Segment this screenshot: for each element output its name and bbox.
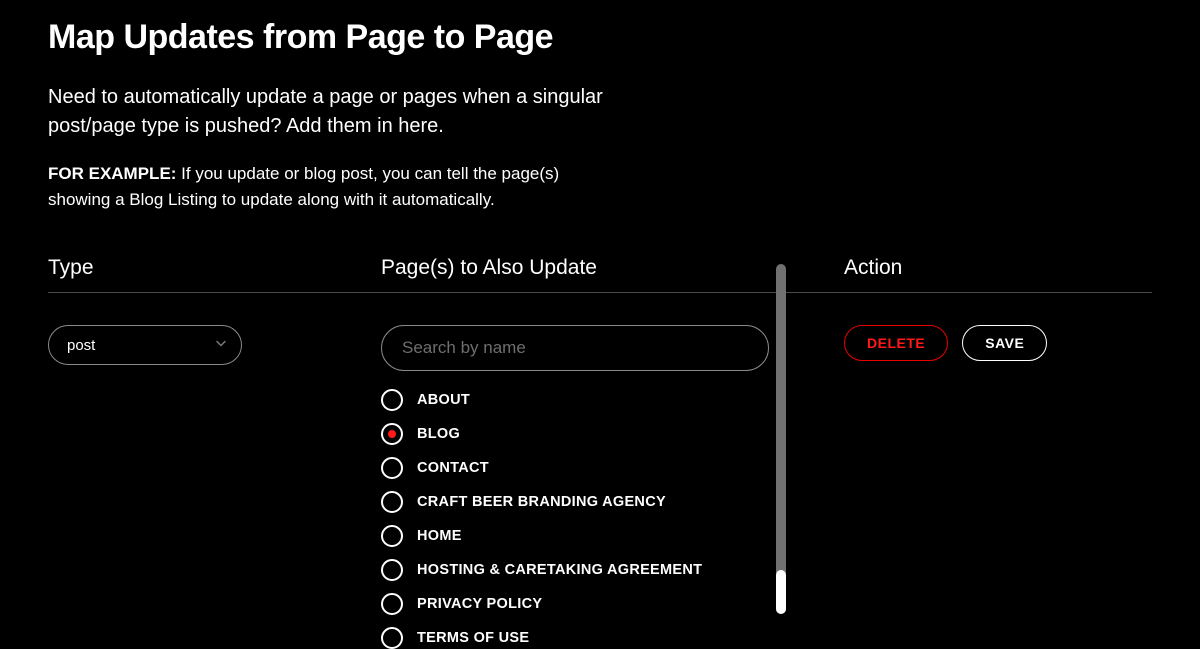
action-column: DELETE SAVE <box>824 325 1152 649</box>
header-divider <box>48 292 1152 293</box>
list-item[interactable]: HOSTING & CARETAKING AGREEMENT <box>381 559 804 581</box>
list-item[interactable]: PRIVACY POLICY <box>381 593 804 615</box>
scrollbar[interactable] <box>776 264 786 614</box>
radio-icon[interactable] <box>381 423 403 445</box>
page-item-label: PRIVACY POLICY <box>417 596 542 612</box>
example-prefix: FOR EXAMPLE: <box>48 164 176 183</box>
list-item[interactable]: TERMS OF USE <box>381 627 804 649</box>
page-item-label: ABOUT <box>417 392 470 408</box>
page-subtitle: Need to automatically update a page or p… <box>48 83 608 141</box>
radio-icon[interactable] <box>381 559 403 581</box>
chevron-down-icon <box>215 337 227 354</box>
column-header-type: Type <box>48 256 381 292</box>
page-title: Map Updates from Page to Page <box>48 18 1152 57</box>
type-column: post <box>48 325 381 649</box>
page-item-label: CONTACT <box>417 460 489 476</box>
page-item-label: TERMS OF USE <box>417 630 529 646</box>
list-item[interactable]: ABOUT <box>381 389 804 411</box>
pages-column: ABOUT BLOG CONTACT CRAFT BEER BRANDING AGEN… <box>381 325 824 649</box>
radio-icon[interactable] <box>381 525 403 547</box>
page-item-label: HOME <box>417 528 462 544</box>
column-header-pages: Page(s) to Also Update <box>381 256 824 292</box>
search-input[interactable] <box>381 325 769 371</box>
radio-icon[interactable] <box>381 491 403 513</box>
scrollbar-thumb[interactable] <box>776 570 786 614</box>
column-header-action: Action <box>824 256 1152 292</box>
example-text: FOR EXAMPLE: If you update or blog post,… <box>48 161 608 212</box>
list-item[interactable]: CRAFT BEER BRANDING AGENCY <box>381 491 804 513</box>
radio-icon[interactable] <box>381 389 403 411</box>
type-select[interactable]: post <box>48 325 242 365</box>
list-item[interactable]: BLOG <box>381 423 804 445</box>
list-item[interactable]: HOME <box>381 525 804 547</box>
save-button[interactable]: SAVE <box>962 325 1047 361</box>
radio-icon[interactable] <box>381 593 403 615</box>
page-list: ABOUT BLOG CONTACT CRAFT BEER BRANDING AGEN… <box>381 389 804 649</box>
type-select-value: post <box>67 337 95 354</box>
page-item-label: HOSTING & CARETAKING AGREEMENT <box>417 562 702 578</box>
radio-icon[interactable] <box>381 457 403 479</box>
radio-icon[interactable] <box>381 627 403 649</box>
list-item[interactable]: CONTACT <box>381 457 804 479</box>
delete-button[interactable]: DELETE <box>844 325 948 361</box>
page-item-label: BLOG <box>417 426 460 442</box>
page-item-label: CRAFT BEER BRANDING AGENCY <box>417 494 666 510</box>
